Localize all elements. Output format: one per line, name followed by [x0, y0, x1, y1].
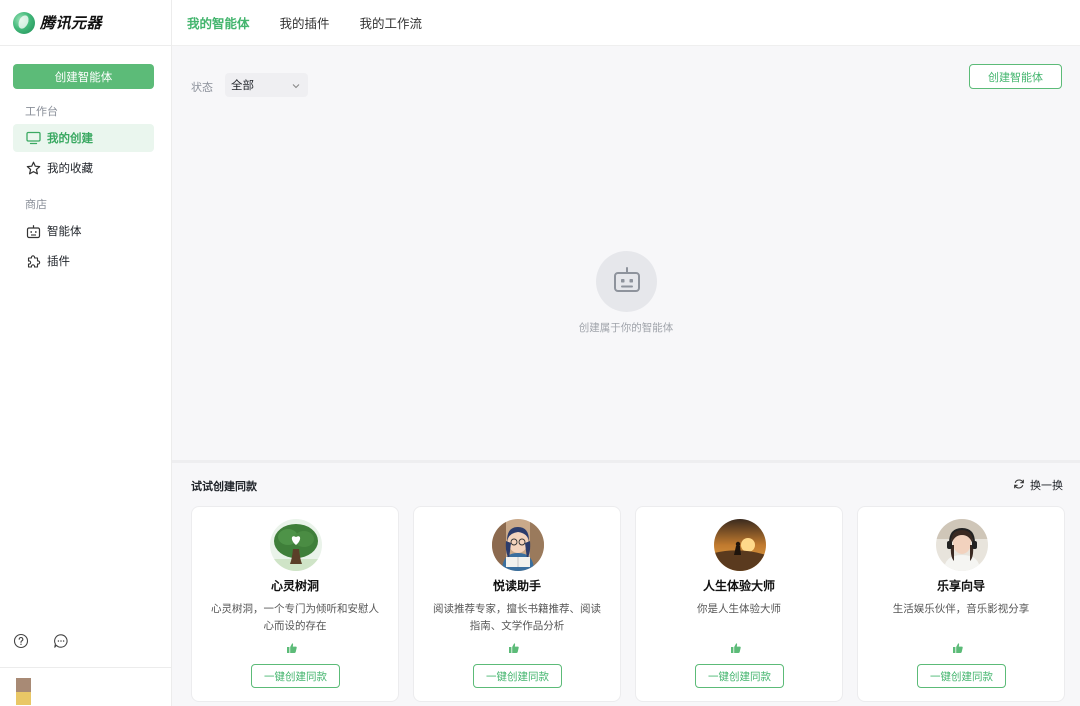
card-avatar-music: [936, 519, 988, 571]
thumbs-up-icon[interactable]: [286, 642, 298, 654]
robot-icon: [611, 264, 643, 299]
sidebar-item-my-creations[interactable]: 我的创建: [13, 124, 154, 152]
avatar[interactable]: [16, 678, 31, 705]
thumbs-up-icon[interactable]: [730, 642, 742, 654]
tab-my-plugins[interactable]: 我的插件: [280, 13, 330, 32]
card-avatar-sunset: [714, 519, 766, 571]
sidebar-item-agents[interactable]: 智能体: [13, 217, 154, 245]
monitor-icon: [25, 130, 41, 146]
app-logo[interactable]: 腾讯元器: [0, 0, 171, 46]
template-card[interactable]: 乐享向导 生活娱乐伙伴，音乐影视分享 一键创建同款: [857, 506, 1065, 702]
section-title-store: 商店: [25, 198, 47, 211]
empty-state-illustration: [596, 251, 657, 312]
feedback-icon[interactable]: [53, 633, 69, 649]
tab-my-workflows[interactable]: 我的工作流: [360, 13, 423, 32]
clone-agent-button[interactable]: 一键创建同款: [917, 664, 1006, 688]
tab-my-agents[interactable]: 我的智能体: [187, 13, 250, 32]
star-icon: [25, 160, 41, 176]
top-tab-bar: 我的智能体 我的插件 我的工作流: [172, 0, 1080, 46]
sidebar-item-label: 插件: [47, 254, 70, 268]
main-panel: 状态 全部 创建智能体 创建属于你的智能体: [172, 46, 1080, 460]
card-description: 心灵树洞，一个专门为倾听和安慰人心而设的存在: [211, 603, 379, 632]
status-filter-value: 全部: [231, 78, 254, 92]
refresh-button[interactable]: 换一换: [1013, 477, 1063, 493]
refresh-icon: [1013, 478, 1025, 493]
thumbs-up-icon[interactable]: [508, 642, 520, 654]
template-card[interactable]: 心灵树洞 心灵树洞，一个专门为倾听和安慰人心而设的存在 一键创建同款: [191, 506, 399, 702]
status-filter-label: 状态: [191, 81, 213, 94]
clone-agent-button[interactable]: 一键创建同款: [473, 664, 562, 688]
thumbs-up-icon[interactable]: [952, 642, 964, 654]
logo-mark-icon: [13, 11, 35, 34]
card-name: 悦读助手: [492, 579, 541, 593]
card-description: 阅读推荐专家，擅长书籍推荐、阅读指南、文学作品分析: [433, 603, 601, 632]
refresh-label: 换一换: [1030, 479, 1063, 492]
sidebar-item-label: 智能体: [47, 224, 82, 238]
sidebar-item-label: 我的收藏: [47, 161, 93, 175]
app-name: 腾讯元器: [40, 14, 103, 32]
card-avatar-reader: [492, 519, 544, 571]
clone-agent-button[interactable]: 一键创建同款: [251, 664, 340, 688]
sidebar: 腾讯元器 创建智能体 工作台 我的创建 我的收藏 商店 智能体 插件: [0, 0, 172, 706]
sidebar-item-plugins[interactable]: 插件: [13, 247, 154, 275]
card-description: 生活娱乐伙伴，音乐影视分享: [892, 603, 1030, 615]
card-name: 人生体验大师: [702, 579, 775, 593]
card-name: 乐享向导: [936, 579, 985, 593]
chevron-down-icon: [291, 80, 301, 94]
status-filter-select[interactable]: 全部: [225, 73, 308, 97]
puzzle-icon: [25, 253, 41, 269]
card-description: 你是人生体验大师: [697, 603, 781, 615]
sidebar-divider: [0, 667, 171, 668]
card-avatar-tree: [270, 519, 322, 571]
clone-agent-button[interactable]: 一键创建同款: [695, 664, 784, 688]
help-icon[interactable]: [13, 633, 29, 649]
section-title-workbench: 工作台: [25, 105, 58, 118]
template-card[interactable]: 人生体验大师 你是人生体验大师 一键创建同款: [635, 506, 843, 702]
robot-icon: [25, 223, 41, 239]
sidebar-bottom-actions: [13, 633, 69, 649]
create-agent-button[interactable]: 创建智能体: [969, 64, 1062, 89]
empty-state-text: 创建属于你的智能体: [578, 322, 674, 334]
sidebar-item-my-favorites[interactable]: 我的收藏: [13, 154, 154, 182]
sidebar-create-agent-button[interactable]: 创建智能体: [13, 64, 154, 89]
sidebar-item-label: 我的创建: [47, 131, 93, 145]
template-section-title: 试试创建同款: [191, 480, 257, 493]
template-suggestions: 试试创建同款 换一换 心灵树洞 心灵树洞，一个专门为倾听和安慰人心而设的存在 一…: [172, 460, 1080, 706]
card-name: 心灵树洞: [270, 579, 319, 593]
template-card[interactable]: 悦读助手 阅读推荐专家，擅长书籍推荐、阅读指南、文学作品分析 一键创建同款: [413, 506, 621, 702]
